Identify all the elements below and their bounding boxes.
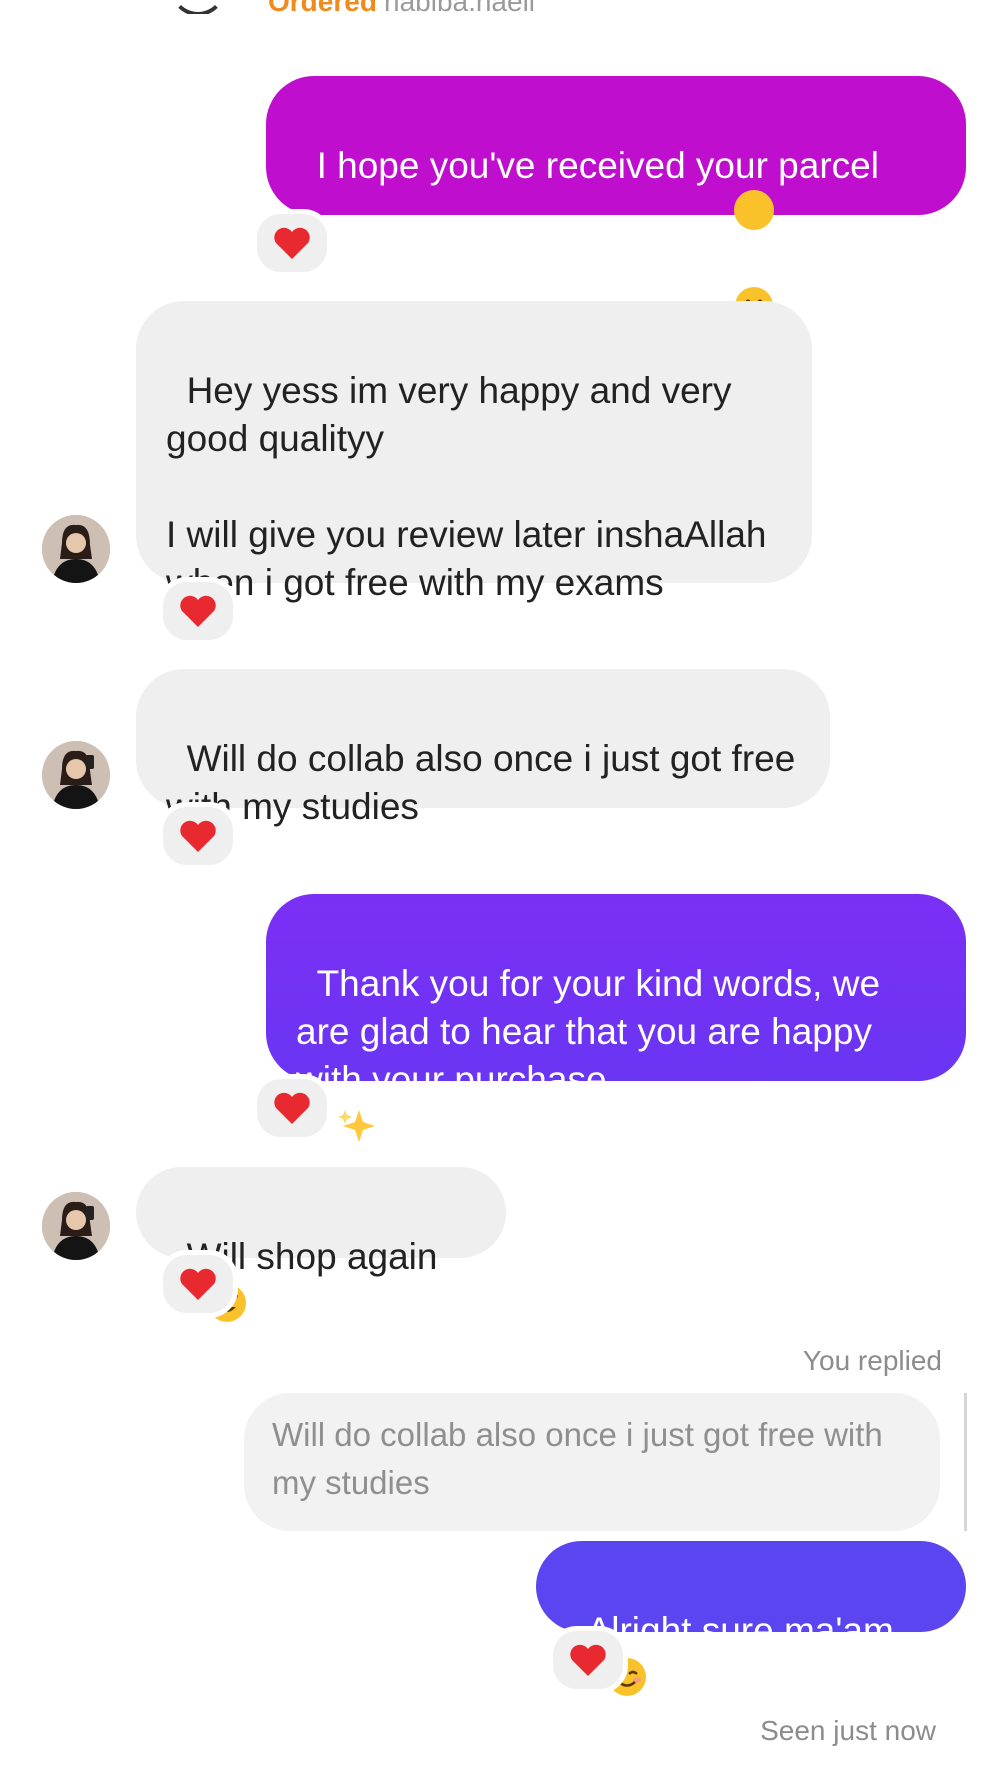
quoted-text: Will do collab also once i just got free… [272, 1416, 883, 1501]
heart-reaction[interactable] [158, 577, 238, 645]
heart-reaction[interactable] [252, 1074, 332, 1142]
reply-indicator-bar [964, 1393, 967, 1531]
you-replied-label: You replied [802, 1345, 942, 1376]
message-text: Hey yess im very happy and very good qua… [166, 370, 767, 603]
incoming-message[interactable]: Hey yess im very happy and very good qua… [136, 301, 812, 603]
quoted-message[interactable]: Will do collab also once i just got free… [244, 1393, 940, 1531]
message-text: Alright sure ma'am [586, 1610, 894, 1651]
heart-icon [274, 227, 310, 259]
message-text: Thank you for your kind words, we are gl… [296, 963, 891, 1100]
message-text: Will do collab also once i just got free… [166, 738, 806, 827]
header-order-label: Ordered [268, 0, 377, 14]
outgoing-message[interactable]: I hope you've received your parcel and h… [266, 76, 966, 376]
heart-icon [274, 1092, 310, 1124]
heart-reaction[interactable] [158, 1250, 238, 1318]
heart-icon [180, 820, 216, 852]
slightly-smiling-emoji-icon [734, 190, 775, 325]
heart-reaction[interactable] [158, 802, 238, 870]
outgoing-message[interactable]: Thank you for your kind words, we are gl… [266, 894, 966, 1142]
heart-reaction[interactable] [252, 209, 332, 277]
top-header-partial: Ordered habiba.haeli [0, 0, 1000, 14]
heart-icon [180, 1268, 216, 1300]
incoming-message[interactable]: Will do collab also once i just got free… [136, 669, 830, 827]
heart-icon [570, 1644, 606, 1676]
contact-avatar[interactable] [42, 741, 110, 809]
contact-avatar[interactable] [42, 1192, 110, 1260]
header-avatar [170, 0, 226, 14]
seen-status: Seen just now [760, 1715, 936, 1746]
heart-reaction[interactable] [548, 1626, 628, 1694]
header-username: habiba.haeli [384, 0, 535, 14]
contact-avatar[interactable] [42, 515, 110, 583]
outgoing-message[interactable]: Alright sure ma'am [536, 1541, 966, 1696]
heart-icon [180, 595, 216, 627]
incoming-message[interactable]: Will shop again [136, 1167, 506, 1322]
